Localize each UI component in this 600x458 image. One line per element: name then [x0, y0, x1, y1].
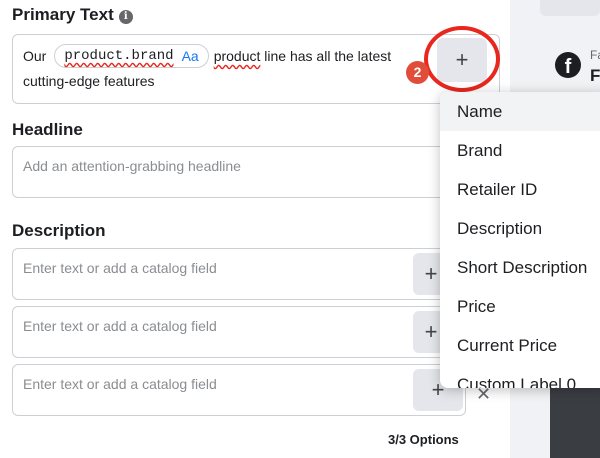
primary-text-label-text: Primary Text — [12, 5, 114, 24]
menu-item-name[interactable]: Name — [440, 92, 600, 131]
primary-text-line2: cutting-edge features — [23, 73, 155, 89]
step-badge-number: 2 — [413, 64, 422, 80]
token-format-toggle[interactable]: Aa — [182, 48, 199, 64]
description-placeholder-3: Enter text or add a catalog field — [23, 376, 217, 392]
info-icon[interactable]: i — [118, 10, 133, 24]
plus-icon: + — [424, 319, 438, 344]
menu-item-brand[interactable]: Brand — [440, 131, 600, 170]
plus-icon: + — [424, 261, 438, 286]
description-placeholder-2: Enter text or add a catalog field — [23, 318, 217, 334]
preview-page-name-small: Fa — [590, 48, 600, 62]
menu-item-current-price[interactable]: Current Price — [440, 326, 600, 365]
description-label: Description — [12, 221, 106, 240]
headline-label: Headline — [12, 120, 83, 139]
headline-placeholder: Add an attention-grabbing headline — [23, 158, 241, 174]
headline-input[interactable]: Add an attention-grabbing headline — [12, 146, 466, 198]
description-placeholder-1: Enter text or add a catalog field — [23, 260, 217, 276]
menu-item-retailer-id[interactable]: Retailer ID — [440, 170, 600, 209]
menu-item-short-description[interactable]: Short Description — [440, 248, 600, 287]
primary-text-suffix: line has all the latest — [260, 48, 392, 64]
options-count: 3/3 Options — [388, 432, 459, 447]
token-field-name: product.brand — [64, 48, 174, 64]
catalog-field-menu: Name Brand Retailer ID Description Short… — [440, 92, 600, 388]
preview-top-bar — [540, 0, 600, 16]
facebook-icon: f — [555, 52, 581, 78]
catalog-field-token[interactable]: product.brand Aa — [54, 44, 209, 68]
preview-page-name: F — [590, 66, 600, 85]
description-input-2[interactable]: Enter text or add a catalog field — [12, 306, 466, 358]
menu-item-description[interactable]: Description — [440, 209, 600, 248]
primary-text-misspelled-word: product — [213, 48, 261, 64]
primary-text-prefix: Our — [23, 48, 47, 64]
description-input-1[interactable]: Enter text or add a catalog field — [12, 248, 466, 300]
menu-item-price[interactable]: Price — [440, 287, 600, 326]
preview-image — [550, 388, 600, 458]
menu-item-custom-label-0[interactable]: Custom Label 0 — [440, 365, 600, 388]
primary-text-label: Primary Text i — [12, 5, 133, 25]
step-badge: 2 — [406, 61, 429, 84]
highlight-circle — [424, 26, 500, 92]
description-input-3[interactable]: Enter text or add a catalog field — [12, 364, 466, 416]
primary-text-line1: Our product.brand Aa product line has al… — [23, 44, 391, 68]
